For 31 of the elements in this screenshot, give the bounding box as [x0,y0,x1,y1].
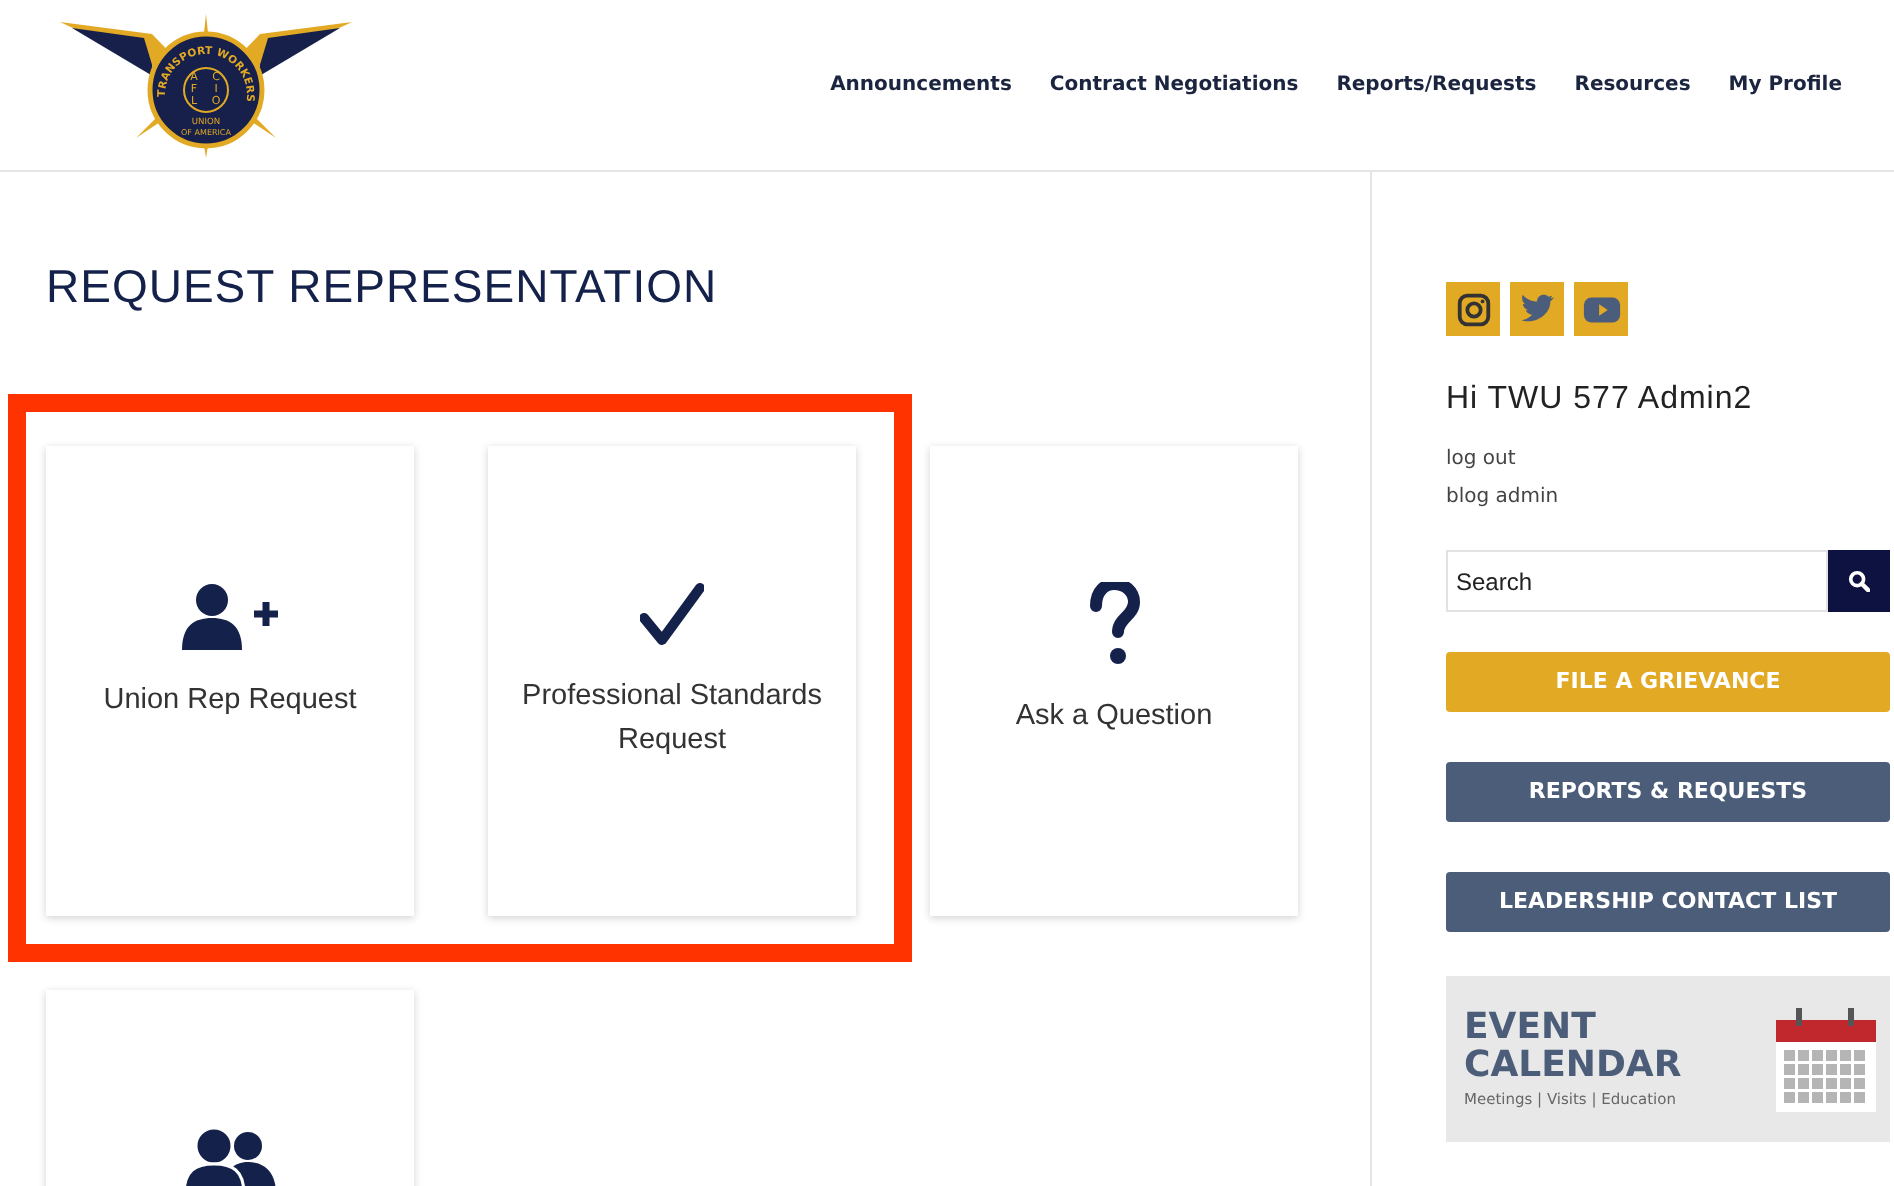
social-link[interactable] [1574,282,1628,336]
greeting: Hi TWU 577 Admin2 [1446,380,1755,420]
card-label: Professional Standards Request [520,678,824,760]
banner-title: CALENDAR [1464,1045,1682,1084]
calendar-icon [1776,1007,1876,1111]
sidebar-link[interactable]: log out [1446,444,1516,474]
search-field[interactable]: Search [1446,550,1828,612]
nav-link[interactable]: Announcements [830,70,1012,100]
check-icon [640,582,704,646]
user-plus-icon [182,582,278,650]
request-card[interactable]: Professional Standards Request [488,446,856,916]
nav-link[interactable]: Resources [1574,70,1691,100]
nav-link[interactable]: My Profile [1728,70,1842,100]
search-icon [1848,570,1870,592]
sidebar-button[interactable]: LEADERSHIP CONTACT LIST [1446,872,1890,932]
nav-link[interactable]: Reports/Requests [1336,70,1537,100]
card-label: Union Rep Request [101,682,359,720]
social-link[interactable] [1510,282,1564,336]
request-card[interactable]: Ask a Question [930,446,1298,916]
card-label: Ask a Question [1013,698,1215,736]
instagram-icon [1453,289,1493,329]
banner-title: EVENT [1464,1007,1598,1046]
page-title: REQUEST REPRESENTATION [46,258,718,316]
question-mark-icon [1088,582,1140,666]
request-card[interactable]: Union Rep Request [46,446,414,916]
users-icon [184,1126,276,1186]
sidebar-link[interactable]: blog admin [1446,482,1559,512]
nav-link[interactable]: Contract Negotiations [1049,70,1299,100]
search-button[interactable] [1828,550,1890,612]
social-link[interactable] [1446,282,1500,336]
sidebar-button[interactable]: REPORTS & REQUESTS [1446,762,1890,822]
